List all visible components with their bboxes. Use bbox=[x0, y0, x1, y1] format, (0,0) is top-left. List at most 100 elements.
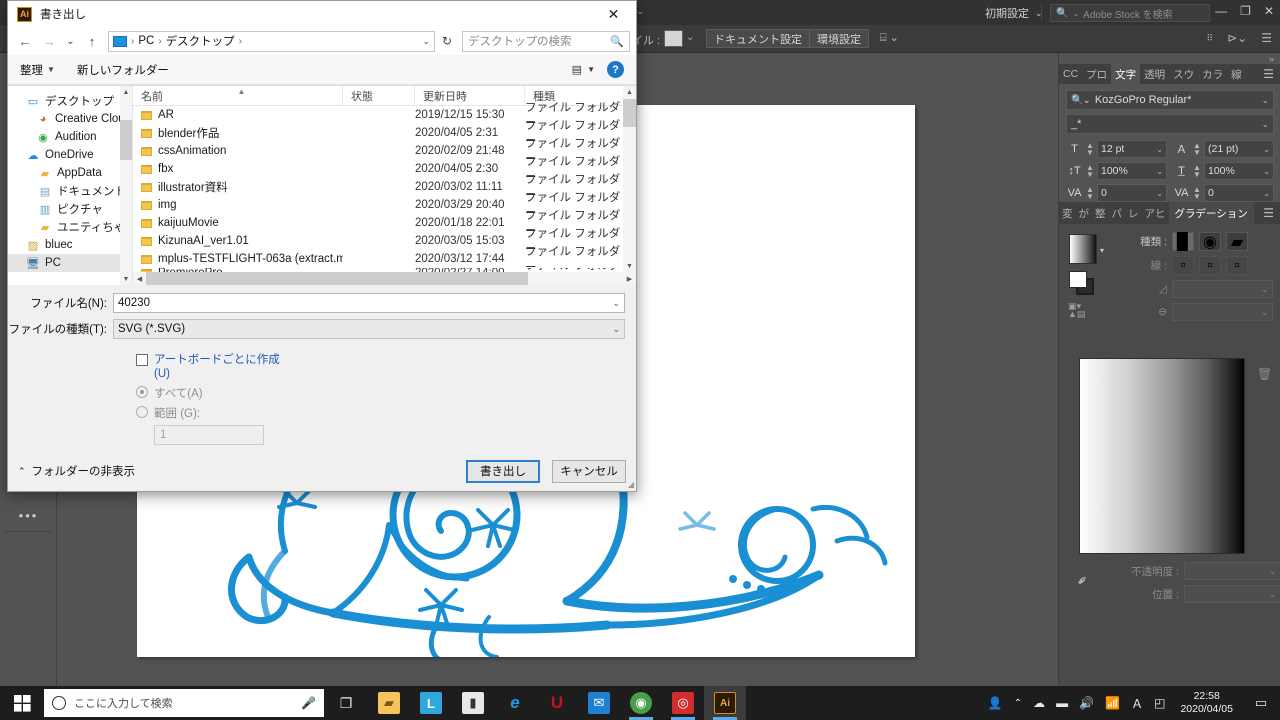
onedrive-icon[interactable]: ☁ bbox=[1033, 696, 1045, 710]
filetype-select[interactable]: SVG (*.SVG) ⌄ bbox=[113, 319, 625, 339]
artboards-range-input[interactable]: 1 bbox=[154, 425, 264, 445]
tab-pattern[interactable]: パ bbox=[1109, 206, 1126, 221]
scrollbar-thumb[interactable] bbox=[146, 272, 528, 285]
adobe-stock-search-input[interactable]: 🔍 ⌄ Adobe Stock を検索 bbox=[1050, 4, 1210, 22]
navigation-tree[interactable]: ▭ デスクトップ ◕ Creative Cloud F ◉ Audition ☁… bbox=[8, 86, 133, 285]
radial-gradient-icon[interactable]: ◉ bbox=[1199, 232, 1221, 251]
action-center-icon[interactable]: ▭ bbox=[1248, 695, 1274, 711]
recent-locations-button[interactable]: ⌄ bbox=[62, 30, 79, 52]
stepper-icon[interactable]: ▲ ▼ bbox=[1193, 164, 1201, 179]
scroll-right-icon[interactable]: ▶ bbox=[623, 275, 636, 283]
gradient-angle-select[interactable]: ⌄ bbox=[1172, 280, 1273, 298]
tab-color[interactable]: カラ bbox=[1198, 64, 1227, 84]
tab-artboards[interactable]: アヒ bbox=[1142, 206, 1169, 221]
chevron-down-icon[interactable]: ⌄ bbox=[422, 36, 430, 47]
taskbar-microsoft-store[interactable]: ▮ bbox=[452, 686, 494, 720]
people-icon[interactable]: 👤 bbox=[988, 696, 1003, 710]
kerning-field[interactable]: VA ▲ ▼ 0 ⌄ bbox=[1066, 184, 1167, 202]
tab-properties[interactable]: プロ bbox=[1082, 64, 1111, 84]
tree-item-appdata[interactable]: ▰ AppData bbox=[8, 164, 132, 182]
align-icon[interactable]: ⊳⌄ bbox=[1227, 31, 1247, 45]
task-view-button[interactable]: ❐ bbox=[324, 695, 368, 712]
column-header-type[interactable]: 種類 bbox=[525, 86, 625, 105]
column-header-date[interactable]: 更新日時 bbox=[415, 86, 525, 105]
delete-stop-icon[interactable]: 🗑 bbox=[1257, 367, 1272, 381]
leading-field[interactable]: Ａ ▲ ▼ (21 pt) ⌄ bbox=[1173, 140, 1274, 158]
breadcrumb[interactable]: › PC › デスクトップ › ⌄ bbox=[108, 30, 435, 52]
tree-item-unitychan[interactable]: ▰ ユニティちゃんが歩 bbox=[8, 218, 132, 236]
help-button[interactable]: ? bbox=[607, 61, 624, 78]
panel-menu-icon[interactable]: ☰ bbox=[1261, 31, 1272, 45]
file-list-scrollbar[interactable]: ▲ ▼ bbox=[623, 86, 636, 272]
gradient-location-select[interactable]: ⌄ bbox=[1184, 585, 1280, 603]
tab-gradient[interactable]: グラデーション bbox=[1168, 202, 1254, 224]
chevron-down-icon[interactable]: ⌄ bbox=[612, 298, 620, 309]
new-folder-button[interactable]: 新しいフォルダー bbox=[77, 62, 169, 78]
workspace-switcher[interactable]: 初期設定 ⌄ bbox=[985, 4, 1043, 22]
taskbar-illustrator[interactable]: Ai bbox=[704, 686, 746, 720]
tree-item-audition[interactable]: ◉ Audition bbox=[8, 128, 132, 146]
scroll-down-icon[interactable]: ▼ bbox=[120, 273, 132, 285]
taskbar-file-explorer[interactable]: ▰ bbox=[368, 686, 410, 720]
artboards-all-radio-row[interactable]: すべて(A) bbox=[136, 385, 636, 401]
stroke-across-icon[interactable]: ▫ bbox=[1226, 256, 1248, 275]
vertical-scale-field[interactable]: ↕T ▲ ▼ 100% ⌄ bbox=[1066, 162, 1167, 180]
show-hidden-icons-chevron[interactable]: ⌃ bbox=[1014, 698, 1022, 709]
gradient-opacity-select[interactable]: ⌄ bbox=[1184, 562, 1280, 580]
tab-cc[interactable]: CC bbox=[1059, 64, 1082, 84]
tree-item-pc[interactable]: 🖥 PC bbox=[8, 254, 132, 272]
tab-swatches[interactable]: スウ bbox=[1169, 64, 1198, 84]
grid-icon[interactable]: ⠿ bbox=[1207, 33, 1214, 44]
taskbar-chrome[interactable]: ◉ bbox=[620, 686, 662, 720]
collapse-panels-icon[interactable]: » bbox=[1269, 54, 1274, 64]
chevron-down-icon[interactable]: ⌄ bbox=[686, 32, 694, 43]
scroll-down-icon[interactable]: ▼ bbox=[623, 260, 636, 272]
edit-toolbar-icon[interactable]: ••• bbox=[0, 508, 57, 523]
clock[interactable]: 22:58 2020/04/05 bbox=[1176, 690, 1237, 716]
gradient-apply-icons[interactable]: ▣▾ ▲▤ bbox=[1068, 302, 1085, 319]
use-artboards-checkbox[interactable] bbox=[136, 354, 148, 366]
volume-icon[interactable]: 🔊 bbox=[1079, 696, 1094, 710]
gradient-swatch[interactable] bbox=[1069, 234, 1097, 264]
column-header-name[interactable]: 名前 ▲ bbox=[133, 86, 343, 105]
stepper-icon[interactable]: ▲ ▼ bbox=[1086, 186, 1094, 201]
stepper-icon[interactable]: ▲ ▼ bbox=[1193, 142, 1201, 157]
tree-item-pictures[interactable]: ▥ ピクチャ bbox=[8, 200, 132, 218]
resize-grip[interactable]: ◢ bbox=[628, 480, 634, 489]
linear-gradient-icon[interactable]: ▉ bbox=[1172, 232, 1194, 251]
taskbar-search-input[interactable]: ここに入力して検索 🎤 bbox=[44, 689, 324, 717]
tree-item-documents[interactable]: ▤ ドキュメント bbox=[8, 182, 132, 200]
breadcrumb-item-desktop[interactable]: デスクトップ bbox=[166, 33, 235, 49]
scroll-up-icon[interactable]: ▲ bbox=[120, 86, 132, 98]
horizontal-scale-field[interactable]: T̲ ▲ ▼ 100% ⌄ bbox=[1173, 162, 1274, 180]
close-button[interactable]: ✕ bbox=[1264, 3, 1274, 19]
chevron-down-icon[interactable]: ▾ bbox=[1100, 246, 1104, 255]
column-header-state[interactable]: 状態 bbox=[343, 86, 415, 105]
taskbar-edge[interactable]: e bbox=[494, 686, 536, 720]
ime-mode-icon[interactable]: ◰ bbox=[1154, 696, 1165, 710]
taskbar-line[interactable]: L bbox=[410, 686, 452, 720]
taskbar-mail[interactable]: ✉ bbox=[578, 686, 620, 720]
freeform-gradient-icon[interactable]: ▰ bbox=[1226, 232, 1248, 251]
breadcrumb-item-pc[interactable]: PC bbox=[138, 35, 154, 47]
font-style-select[interactable]: _* ⌄ bbox=[1066, 114, 1274, 134]
tree-item-onedrive[interactable]: ☁ OneDrive bbox=[8, 146, 132, 164]
scrollbar-thumb[interactable] bbox=[120, 120, 132, 160]
forward-button[interactable]: → bbox=[38, 30, 60, 52]
tree-item-creative-cloud[interactable]: ◕ Creative Cloud F bbox=[8, 110, 132, 128]
refresh-button[interactable]: ↻ bbox=[437, 34, 457, 48]
font-size-field[interactable]: T ▲ ▼ 12 pt ⌄ bbox=[1066, 140, 1167, 158]
artboards-all-radio[interactable] bbox=[136, 386, 148, 398]
artboards-range-radio-row[interactable]: 範囲 (G): bbox=[136, 405, 636, 421]
minimize-button[interactable]: — bbox=[1215, 3, 1227, 19]
taskbar-creative-cloud[interactable]: ◎ bbox=[662, 686, 704, 720]
table-row[interactable]: mplus-TESTFLIGHT-063a (extract.me) 2020/0… bbox=[133, 246, 636, 274]
file-list[interactable]: 名前 ▲ 状態 更新日時 種類 AR 2019/12/15 15:30 ファイル フ… bbox=[133, 86, 636, 285]
gradient-slider-preview[interactable] bbox=[1079, 358, 1245, 554]
restore-button[interactable]: ❐ bbox=[1240, 3, 1251, 19]
panel-menu-icon[interactable]: ☰ bbox=[1256, 64, 1280, 84]
scroll-left-icon[interactable]: ◀ bbox=[133, 275, 146, 283]
stroke-within-icon[interactable]: ▫ bbox=[1172, 256, 1194, 275]
tab-pathfinder[interactable]: が bbox=[1076, 206, 1093, 221]
preferences-button[interactable]: 環境設定 bbox=[809, 29, 869, 48]
